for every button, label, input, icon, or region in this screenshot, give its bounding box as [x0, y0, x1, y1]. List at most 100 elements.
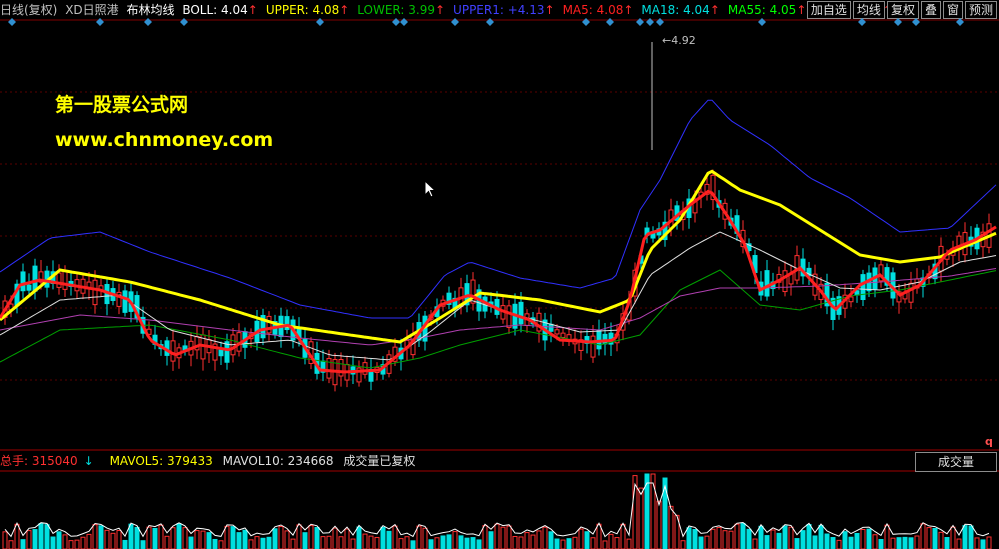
volume-bar — [914, 535, 920, 549]
volume-bar — [302, 532, 308, 549]
volume-bar — [506, 525, 512, 549]
volume-bar — [290, 538, 296, 549]
total-volume: 总手: 315040 ↓ — [0, 454, 94, 468]
candle-body — [554, 329, 560, 335]
candle-body — [590, 335, 596, 358]
volume-bar — [848, 536, 854, 549]
volume-indicator-button[interactable]: 成交量 — [915, 452, 997, 472]
event-diamond-icon[interactable] — [758, 18, 766, 26]
volume-bar — [746, 528, 752, 549]
volume-bar — [620, 523, 626, 549]
candle-body — [548, 323, 554, 332]
volume-bar — [416, 525, 422, 549]
event-diamond-icon[interactable] — [646, 18, 654, 26]
volume-bar — [614, 537, 620, 549]
volume-bar — [14, 523, 20, 549]
event-diamond-icon[interactable] — [316, 18, 324, 26]
volume-bar — [254, 536, 260, 549]
volume-bar — [602, 540, 608, 549]
volume-bar — [188, 536, 194, 549]
volume-bar — [62, 534, 68, 549]
volume-bar — [782, 525, 788, 549]
volume-bar — [242, 529, 248, 549]
volume-bar — [236, 532, 242, 549]
volume-bar — [740, 522, 746, 549]
volume-bar — [356, 526, 362, 549]
volume-bar — [878, 539, 884, 549]
volume-bar — [332, 527, 338, 549]
event-diamond-icon[interactable] — [582, 18, 590, 26]
volume-bar — [554, 538, 560, 549]
volume-bar — [770, 529, 776, 549]
volume-bar — [110, 532, 116, 549]
volume-bar — [566, 538, 572, 549]
volume-bar — [854, 532, 860, 549]
candle-body — [560, 332, 566, 338]
event-diamond-icon[interactable] — [894, 18, 902, 26]
volume-bar — [440, 535, 446, 549]
volume-bar — [146, 526, 152, 549]
event-diamond-icon[interactable] — [392, 18, 400, 26]
volume-bar — [206, 532, 212, 549]
volume-bar — [548, 531, 554, 549]
volume-bar — [608, 533, 614, 549]
volume-bar — [962, 525, 968, 549]
volume-bar — [824, 533, 830, 549]
event-diamond-icon[interactable] — [636, 18, 644, 26]
candle-body — [20, 271, 26, 292]
volume-bar — [482, 525, 488, 549]
volume-bar — [542, 526, 548, 549]
boll-line — [0, 169, 997, 344]
volume-bar — [818, 524, 824, 549]
volume-bar — [470, 537, 476, 549]
volume-bar — [638, 487, 644, 549]
volume-bar — [266, 536, 272, 549]
volume-bar — [362, 533, 368, 549]
volume-bar — [86, 533, 92, 549]
volume-bar — [344, 528, 350, 549]
event-diamond-icon[interactable] — [8, 18, 16, 26]
volume-bar — [860, 529, 866, 549]
volume-bar — [152, 527, 158, 549]
volume-bar — [776, 532, 782, 549]
volume-bar — [890, 537, 896, 549]
volume-bar — [980, 539, 986, 549]
volume-bar — [692, 528, 698, 549]
event-diamond-icon[interactable] — [912, 18, 920, 26]
event-diamond-icon[interactable] — [400, 18, 408, 26]
event-diamond-icon[interactable] — [451, 18, 459, 26]
event-diamond-icon[interactable] — [144, 18, 152, 26]
event-diamond-icon[interactable] — [606, 18, 614, 26]
volume-bar — [464, 537, 470, 549]
volume-bar — [518, 536, 524, 549]
candle-body — [338, 359, 344, 377]
volume-bar — [584, 531, 590, 549]
volume-bar — [872, 534, 878, 549]
event-diamond-icon[interactable] — [486, 18, 494, 26]
event-diamond-icon[interactable] — [180, 18, 188, 26]
candle-body — [518, 301, 524, 325]
candle-body — [26, 284, 32, 291]
volume-bar — [392, 525, 398, 549]
volume-bar — [248, 539, 254, 549]
volume-bar — [896, 537, 902, 549]
volume-bar — [686, 527, 692, 549]
candle-body — [506, 305, 512, 328]
volume-bar — [578, 528, 584, 549]
volume-bar — [524, 532, 530, 549]
candle-body — [908, 282, 914, 303]
volume-bar — [530, 534, 536, 549]
event-diamond-icon[interactable] — [858, 18, 866, 26]
volume-bar — [68, 540, 74, 549]
mavol5-value: MAVOL5: 379433 — [109, 454, 213, 468]
volume-bar — [428, 539, 434, 549]
candles — [2, 169, 992, 392]
volume-bar — [812, 535, 818, 549]
volume-bar — [710, 528, 716, 549]
volume-bar — [668, 505, 674, 549]
event-diamond-icon[interactable] — [956, 18, 964, 26]
volume-bar — [314, 526, 320, 549]
volume-bar — [662, 477, 668, 549]
event-diamond-icon[interactable] — [96, 18, 104, 26]
event-diamond-icon[interactable] — [656, 18, 664, 26]
